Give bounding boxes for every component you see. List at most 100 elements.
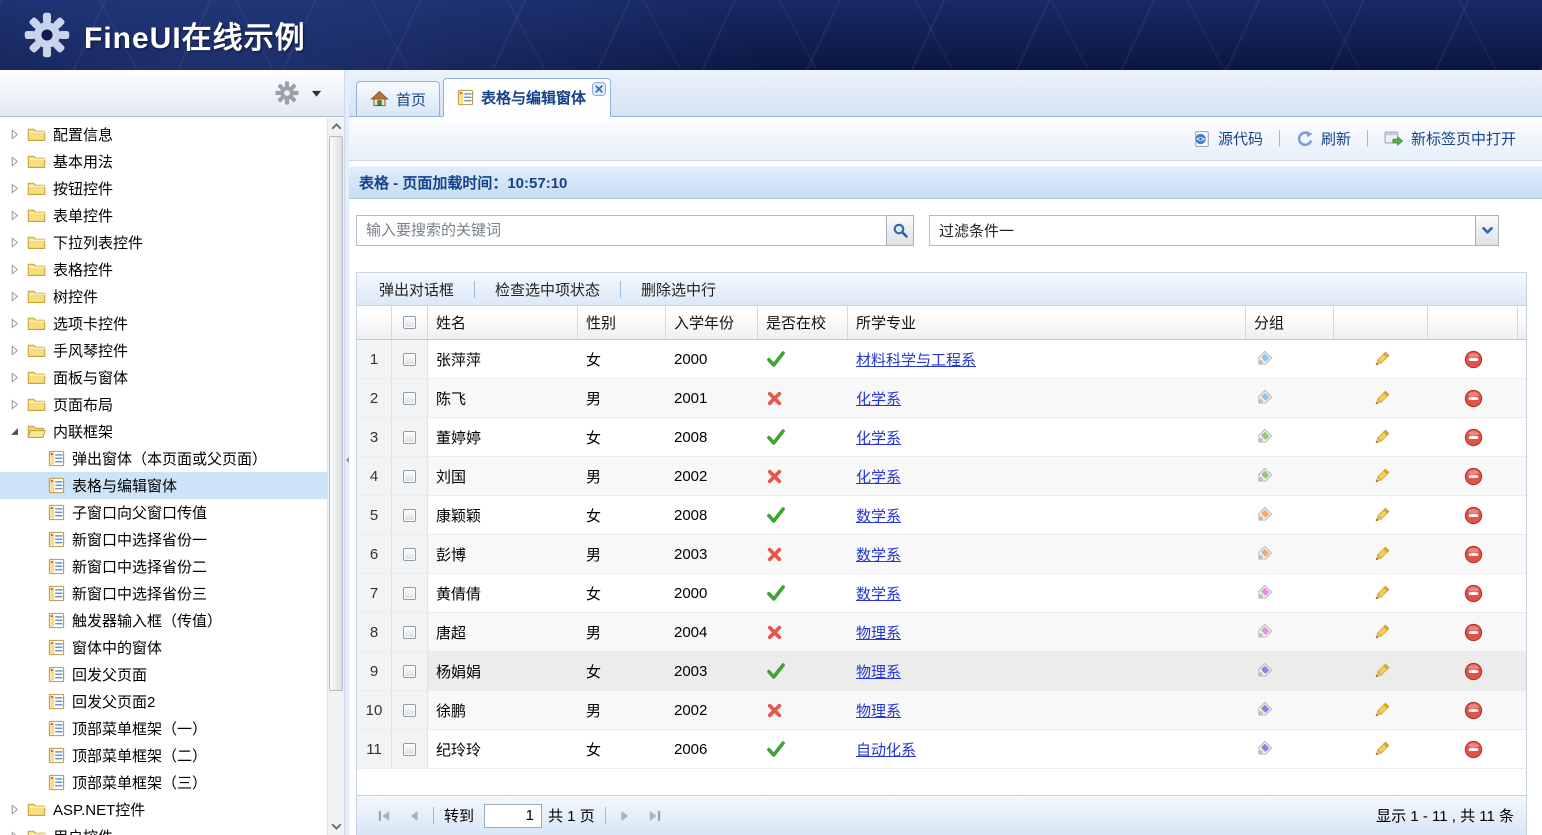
tab-close-icon[interactable]	[592, 82, 606, 96]
major-link[interactable]: 物理系	[856, 622, 901, 643]
filter-dropdown[interactable]: 过滤条件一	[929, 215, 1499, 246]
tree-leaf-item[interactable]: 表格与编辑窗体	[0, 472, 327, 499]
check-selected-button[interactable]: 检查选中项状态	[479, 279, 616, 300]
row-checkbox[interactable]	[403, 665, 416, 678]
tab-active[interactable]: 表格与编辑窗体	[443, 78, 611, 117]
header-cell-group[interactable]: 分组	[1246, 306, 1334, 339]
tree-leaf-item[interactable]: 顶部菜单框架（一）	[0, 715, 327, 742]
pencil-icon[interactable]	[1372, 740, 1391, 759]
row-checkbox[interactable]	[403, 704, 416, 717]
pencil-icon[interactable]	[1372, 545, 1391, 564]
major-link[interactable]: 化学系	[856, 427, 901, 448]
header-cell-delete[interactable]	[1428, 306, 1518, 339]
row-checkbox[interactable]	[403, 392, 416, 405]
sidebar-scrollbar[interactable]	[327, 118, 344, 835]
popup-dialog-button[interactable]: 弹出对话框	[363, 279, 470, 300]
pencil-icon[interactable]	[1372, 389, 1391, 408]
major-link[interactable]: 数学系	[856, 544, 901, 565]
pencil-icon[interactable]	[1372, 701, 1391, 720]
settings-gear-icon[interactable]	[275, 81, 299, 105]
pencil-icon[interactable]	[1372, 428, 1391, 447]
page-number-input[interactable]	[484, 804, 542, 828]
delete-icon[interactable]	[1464, 623, 1483, 642]
row-checkbox[interactable]	[403, 743, 416, 756]
refresh-button[interactable]: 刷新	[1284, 128, 1363, 149]
major-link[interactable]: 物理系	[856, 700, 901, 721]
row-checkbox[interactable]	[403, 353, 416, 366]
tree-leaf-item[interactable]: 新窗口中选择省份二	[0, 553, 327, 580]
scroll-down-icon[interactable]	[328, 818, 344, 835]
first-page-icon[interactable]	[369, 808, 399, 824]
delete-icon[interactable]	[1464, 428, 1483, 447]
delete-icon[interactable]	[1464, 467, 1483, 486]
major-link[interactable]: 材料科学与工程系	[856, 349, 976, 370]
tree-leaf-item[interactable]: 新窗口中选择省份三	[0, 580, 327, 607]
tree-leaf-item[interactable]: 窗体中的窗体	[0, 634, 327, 661]
tree-folder-item[interactable]: 下拉列表控件	[0, 229, 327, 256]
tree-folder-item[interactable]: 选项卡控件	[0, 310, 327, 337]
scroll-up-icon[interactable]	[328, 118, 344, 135]
row-checkbox[interactable]	[403, 626, 416, 639]
major-link[interactable]: 物理系	[856, 661, 901, 682]
tree-folder-item[interactable]: 页面布局	[0, 391, 327, 418]
row-checkbox[interactable]	[403, 587, 416, 600]
pencil-icon[interactable]	[1372, 584, 1391, 603]
scroll-thumb[interactable]	[329, 136, 343, 691]
tree-leaf-item[interactable]: 顶部菜单框架（二）	[0, 742, 327, 769]
open-new-tab-button[interactable]: 新标签页中打开	[1372, 128, 1528, 149]
delete-icon[interactable]	[1464, 389, 1483, 408]
source-code-button[interactable]: <>源代码	[1181, 128, 1275, 149]
last-page-icon[interactable]	[640, 808, 670, 824]
delete-icon[interactable]	[1464, 584, 1483, 603]
filter-value[interactable]: 过滤条件一	[929, 215, 1475, 246]
tree-folder-item[interactable]: 手风琴控件	[0, 337, 327, 364]
tab[interactable]: 首页	[356, 81, 440, 116]
tree-folder-item[interactable]: 表格控件	[0, 256, 327, 283]
header-cell-year[interactable]: 入学年份	[666, 306, 758, 339]
header-cell-enrolled[interactable]: 是否在校	[758, 306, 848, 339]
tree-leaf-item[interactable]: 新窗口中选择省份一	[0, 526, 327, 553]
delete-icon[interactable]	[1464, 740, 1483, 759]
pencil-icon[interactable]	[1372, 350, 1391, 369]
delete-selected-button[interactable]: 删除选中行	[625, 279, 732, 300]
tree-folder-item[interactable]: 基本用法	[0, 148, 327, 175]
search-button[interactable]	[886, 215, 914, 246]
header-cell-checkbox[interactable]	[392, 306, 428, 339]
caret-down-icon[interactable]	[311, 89, 322, 98]
tree-leaf-item[interactable]: 回发父页面2	[0, 688, 327, 715]
select-all-checkbox[interactable]	[403, 316, 416, 329]
pencil-icon[interactable]	[1372, 506, 1391, 525]
tree-folder-item[interactable]: 内联框架	[0, 418, 327, 445]
header-cell-gender[interactable]: 性别	[578, 306, 666, 339]
tree-leaf-item[interactable]: 子窗口向父窗口传值	[0, 499, 327, 526]
delete-icon[interactable]	[1464, 545, 1483, 564]
pencil-icon[interactable]	[1372, 467, 1391, 486]
major-link[interactable]: 数学系	[856, 583, 901, 604]
header-cell-edit[interactable]	[1334, 306, 1428, 339]
major-link[interactable]: 化学系	[856, 466, 901, 487]
row-checkbox[interactable]	[403, 548, 416, 561]
major-link[interactable]: 数学系	[856, 505, 901, 526]
header-cell-rownum[interactable]	[357, 306, 392, 339]
search-input[interactable]	[356, 215, 886, 246]
tree-folder-item[interactable]: 树控件	[0, 283, 327, 310]
row-checkbox[interactable]	[403, 431, 416, 444]
row-checkbox[interactable]	[403, 470, 416, 483]
tree-leaf-item[interactable]: 弹出窗体（本页面或父页面）	[0, 445, 327, 472]
tree-leaf-item[interactable]: 回发父页面	[0, 661, 327, 688]
pencil-icon[interactable]	[1372, 662, 1391, 681]
header-cell-name[interactable]: 姓名	[428, 306, 578, 339]
delete-icon[interactable]	[1464, 350, 1483, 369]
pencil-icon[interactable]	[1372, 623, 1391, 642]
header-cell-major[interactable]: 所学专业	[848, 306, 1246, 339]
tree-folder-item[interactable]: ASP.NET控件	[0, 796, 327, 823]
next-page-icon[interactable]	[610, 808, 640, 824]
delete-icon[interactable]	[1464, 506, 1483, 525]
tree-folder-item[interactable]: 按钮控件	[0, 175, 327, 202]
tree-folder-item[interactable]: 面板与窗体	[0, 364, 327, 391]
major-link[interactable]: 化学系	[856, 388, 901, 409]
tree-leaf-item[interactable]: 触发器输入框（传值）	[0, 607, 327, 634]
tree-folder-item[interactable]: 配置信息	[0, 121, 327, 148]
tree-folder-item[interactable]: 用户控件	[0, 823, 327, 835]
tree-folder-item[interactable]: 表单控件	[0, 202, 327, 229]
